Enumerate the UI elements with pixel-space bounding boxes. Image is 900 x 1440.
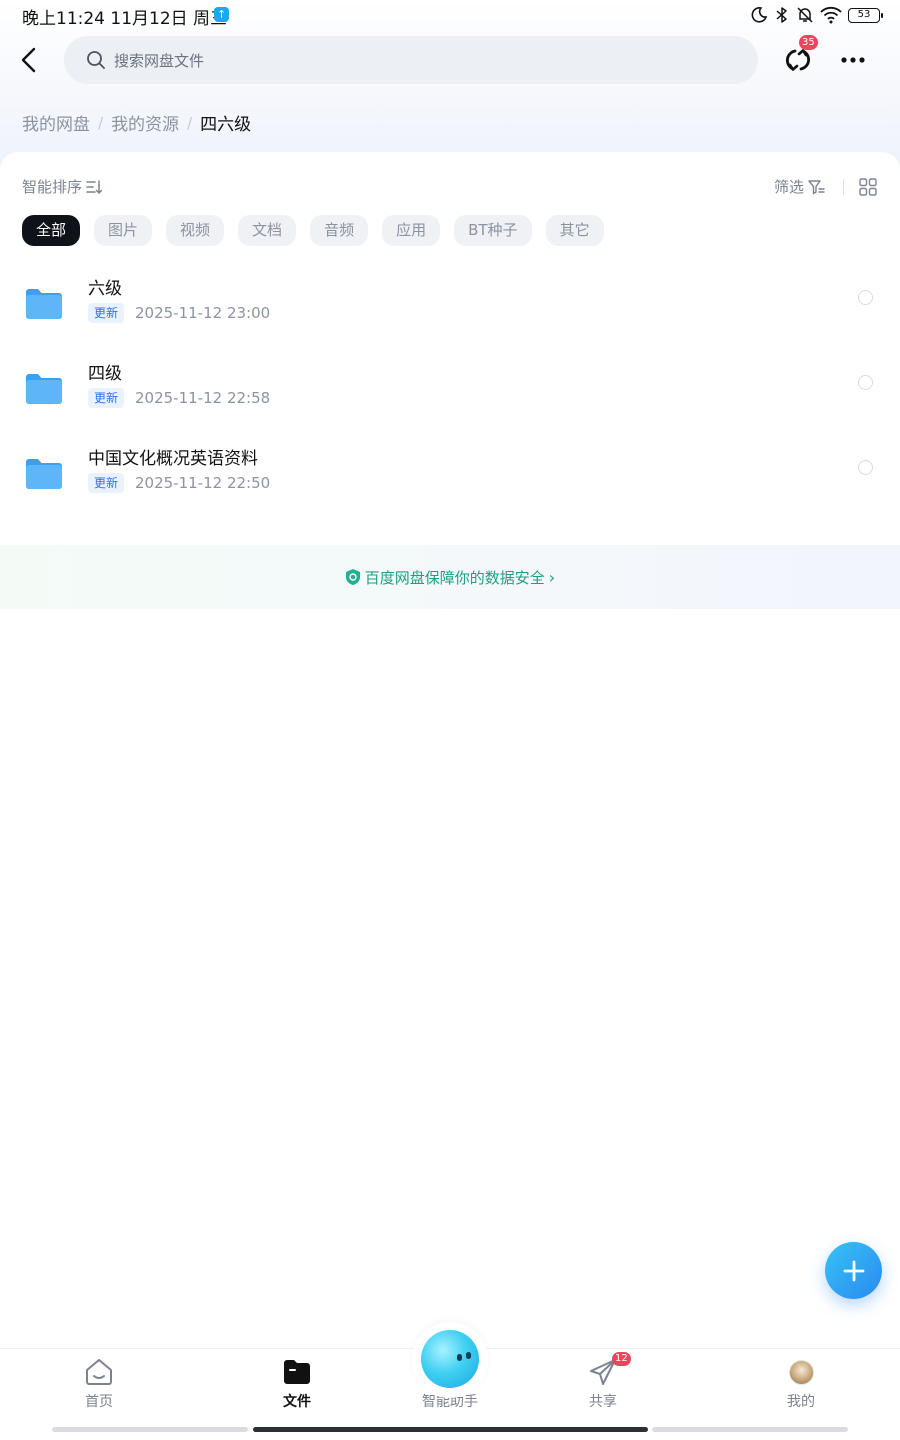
moon-icon <box>751 7 768 23</box>
home-icon <box>86 1359 112 1385</box>
bell-muted-icon <box>797 7 813 23</box>
file-list-panel: 智能排序 筛选 全部 图片 视频 文档 音频 应用 BT种子 其它 六级 更新 … <box>0 152 900 612</box>
security-notice[interactable]: 百度网盘保障你的数据安全 › <box>0 545 900 609</box>
file-date: 2025-11-12 22:50 <box>135 474 271 492</box>
nav-item-files[interactable]: 文件 <box>252 1357 342 1417</box>
folder-icon <box>284 1360 310 1384</box>
breadcrumb-current: 四六级 <box>200 115 252 135</box>
sort-label: 智能排序 <box>22 178 83 196</box>
update-badge: 更新 <box>88 388 125 408</box>
wifi-icon <box>820 6 842 24</box>
filter-label: 筛选 <box>774 178 805 196</box>
file-type-filter-chips: 全部 图片 视频 文档 音频 应用 BT种子 其它 <box>22 215 604 246</box>
page-indicator-active <box>253 1427 648 1432</box>
sort-icon <box>86 179 103 194</box>
list-item[interactable]: 中国文化概况英语资料 更新 2025-11-12 22:50 <box>0 440 900 525</box>
sync-badge: 35 <box>799 35 818 50</box>
filter-button[interactable]: 筛选 <box>774 176 826 197</box>
assistant-eye <box>466 1352 471 1359</box>
chip-all[interactable]: 全部 <box>22 215 81 246</box>
select-checkbox[interactable] <box>858 375 873 390</box>
update-badge: 更新 <box>88 473 125 493</box>
more-button[interactable] <box>836 48 870 72</box>
toolbar-divider <box>843 179 844 195</box>
back-button[interactable] <box>14 44 44 76</box>
bluetooth-icon <box>776 7 787 23</box>
select-checkbox[interactable] <box>858 290 873 305</box>
nav-item-home[interactable]: 首页 <box>54 1357 144 1417</box>
nav-label: 文件 <box>283 1394 311 1410</box>
list-item[interactable]: 六级 更新 2025-11-12 23:00 <box>0 270 900 355</box>
chip-bt-torrents[interactable]: BT种子 <box>454 215 532 246</box>
update-badge: 更新 <box>88 303 125 323</box>
plus-icon <box>843 1260 864 1281</box>
shield-icon <box>345 569 360 585</box>
chip-apps[interactable]: 应用 <box>382 215 441 246</box>
more-dots-icon <box>841 57 865 63</box>
file-name: 中国文化概况英语资料 <box>88 449 258 469</box>
select-checkbox[interactable] <box>858 460 873 475</box>
add-button[interactable] <box>825 1242 882 1299</box>
chevron-left-icon <box>21 47 36 73</box>
chip-images[interactable]: 图片 <box>94 215 153 246</box>
search-input[interactable]: 搜索网盘文件 <box>64 36 758 84</box>
status-time: 晚上11:24 11月12日 周三 <box>22 9 228 29</box>
folder-icon <box>26 459 62 489</box>
grid-view-button[interactable] <box>858 177 878 197</box>
chip-audio[interactable]: 音频 <box>310 215 369 246</box>
nav-label: 我的 <box>787 1394 815 1410</box>
breadcrumb-separator: / <box>187 113 193 132</box>
battery-indicator: 53 <box>848 7 883 23</box>
search-icon <box>87 51 105 69</box>
breadcrumb-item[interactable]: 我的资源 <box>111 110 179 135</box>
chevron-right-icon: › <box>548 567 556 587</box>
share-badge: 12 <box>612 1352 631 1366</box>
chip-other[interactable]: 其它 <box>545 215 604 246</box>
assistant-icon[interactable] <box>421 1330 479 1388</box>
page-indicator <box>52 1427 248 1432</box>
folder-icon <box>26 374 62 404</box>
nav-label: 共享 <box>589 1394 617 1410</box>
chip-documents[interactable]: 文档 <box>238 215 297 246</box>
upload-status-icon: ↑ <box>214 7 229 22</box>
filter-icon <box>808 179 825 194</box>
security-notice-text: 百度网盘保障你的数据安全 <box>364 568 545 587</box>
chip-videos[interactable]: 视频 <box>166 215 225 246</box>
status-bar: 晚上11:24 11月12日 周三 ↑ 53 <box>0 0 900 30</box>
list-item[interactable]: 四级 更新 2025-11-12 22:58 <box>0 355 900 440</box>
file-name: 六级 <box>88 279 122 299</box>
search-placeholder: 搜索网盘文件 <box>114 51 205 70</box>
sort-button[interactable]: 智能排序 <box>22 176 103 197</box>
file-name: 四级 <box>88 364 122 384</box>
assistant-eye <box>457 1354 462 1361</box>
breadcrumb-separator: / <box>98 113 104 132</box>
breadcrumb: 我的网盘 / 我的资源 / 四六级 <box>22 110 252 136</box>
page-indicator <box>652 1427 848 1432</box>
folder-icon <box>26 289 62 319</box>
file-date: 2025-11-12 23:00 <box>135 304 271 322</box>
file-date: 2025-11-12 22:58 <box>135 389 271 407</box>
status-icons: 53 <box>750 5 883 25</box>
breadcrumb-item[interactable]: 我的网盘 <box>22 110 90 135</box>
avatar[interactable] <box>789 1360 814 1385</box>
grid-icon <box>859 178 877 196</box>
nav-item-share[interactable]: 共享 <box>558 1357 648 1417</box>
nav-label: 首页 <box>85 1394 113 1410</box>
